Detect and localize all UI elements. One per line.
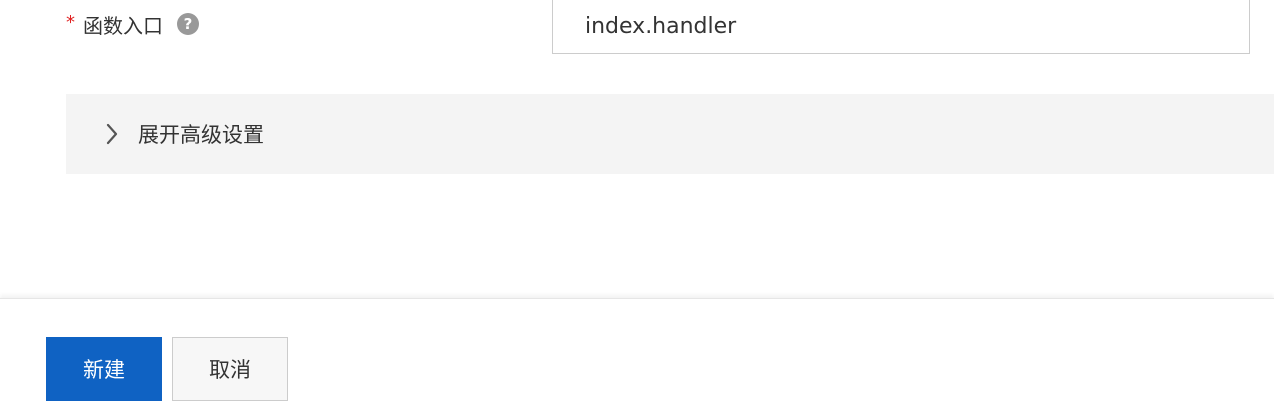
- create-button[interactable]: 新建: [46, 337, 162, 401]
- function-entry-label: * 函数入口 ?: [66, 8, 199, 40]
- chevron-right-icon: [102, 122, 122, 146]
- cancel-button[interactable]: 取消: [172, 337, 288, 401]
- footer-actions: 新建 取消: [0, 298, 1274, 418]
- function-create-form: * 函数入口 ? 展开高级设置 新建 取消: [0, 0, 1274, 418]
- function-entry-row: * 函数入口 ?: [0, 0, 1274, 60]
- help-icon[interactable]: ?: [177, 13, 199, 35]
- advanced-settings-toggle[interactable]: 展开高级设置: [66, 94, 1274, 174]
- required-mark: *: [66, 11, 75, 33]
- function-entry-label-text: 函数入口: [83, 13, 163, 38]
- function-entry-input[interactable]: [552, 0, 1250, 54]
- advanced-settings-label: 展开高级设置: [138, 123, 264, 147]
